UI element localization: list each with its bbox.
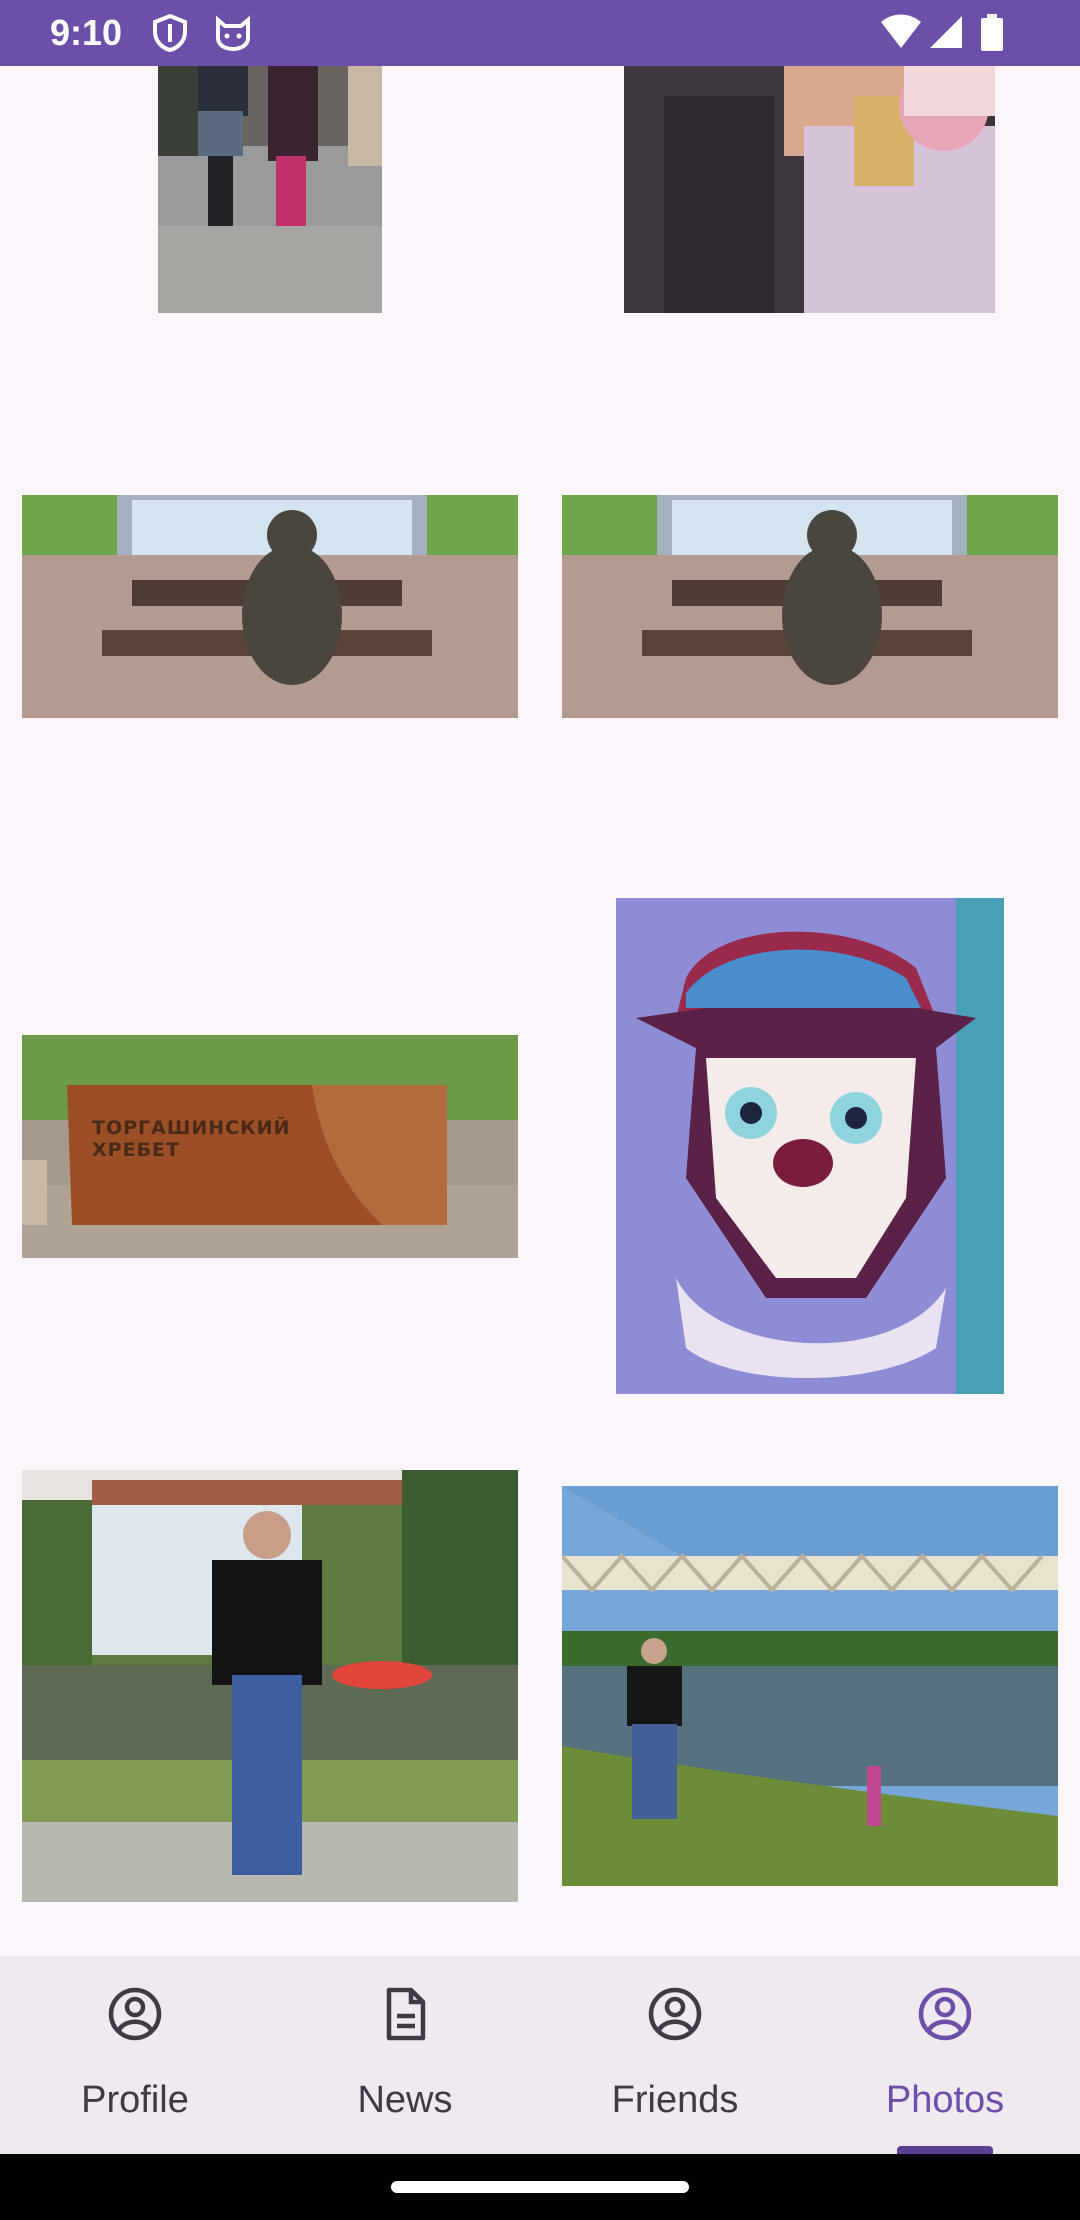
photo-image — [562, 495, 1058, 718]
photo-image — [562, 1486, 1058, 1886]
status-bar: 9:10 — [0, 0, 1080, 66]
home-gesture-handle[interactable] — [391, 2181, 689, 2193]
photo-item[interactable] — [22, 495, 518, 718]
document-icon — [386, 1987, 426, 2041]
photo-image — [22, 495, 518, 718]
photo-item[interactable] — [624, 66, 995, 313]
nav-label-profile: Profile — [81, 2079, 189, 2121]
system-navigation-bar — [0, 2154, 1080, 2220]
photo-image — [616, 898, 1004, 1394]
shield-icon — [152, 13, 188, 57]
cat-icon — [214, 14, 252, 57]
nav-label-friends: Friends — [611, 2079, 739, 2121]
photo-image — [22, 1470, 518, 1902]
nav-item-news[interactable]: News — [270, 1956, 540, 2154]
photo-item[interactable] — [616, 898, 1004, 1394]
photo-sign-text: ТОРГАШИНСКИЙ ХРЕБЕТ — [92, 1117, 291, 1161]
nav-item-photos[interactable]: Photos — [810, 1956, 1080, 2154]
nav-label-news: News — [357, 2079, 453, 2121]
battery-icon — [980, 14, 1004, 57]
signal-icon — [928, 14, 964, 55]
active-tab-indicator — [897, 2146, 993, 2154]
photo-image — [158, 66, 382, 313]
photo-item[interactable] — [562, 1486, 1058, 1886]
bottom-navigation: Profile News Friends Photos — [0, 1956, 1080, 2154]
nav-label-photos: Photos — [885, 2079, 1005, 2121]
photo-item[interactable] — [22, 1470, 518, 1902]
photo-item[interactable] — [562, 495, 1058, 718]
account-circle-icon — [648, 1987, 702, 2041]
nav-item-friends[interactable]: Friends — [540, 1956, 810, 2154]
photo-grid[interactable]: ТОРГАШИНСКИЙ ХРЕБЕТ — [0, 66, 1080, 1956]
photo-image — [624, 66, 995, 313]
wifi-icon — [880, 14, 922, 55]
photo-item[interactable]: ТОРГАШИНСКИЙ ХРЕБЕТ — [22, 1035, 518, 1258]
photo-item[interactable] — [158, 66, 382, 313]
nav-item-profile[interactable]: Profile — [0, 1956, 270, 2154]
account-circle-icon — [108, 1987, 162, 2041]
account-circle-icon — [918, 1987, 972, 2041]
status-time: 9:10 — [50, 12, 123, 53]
